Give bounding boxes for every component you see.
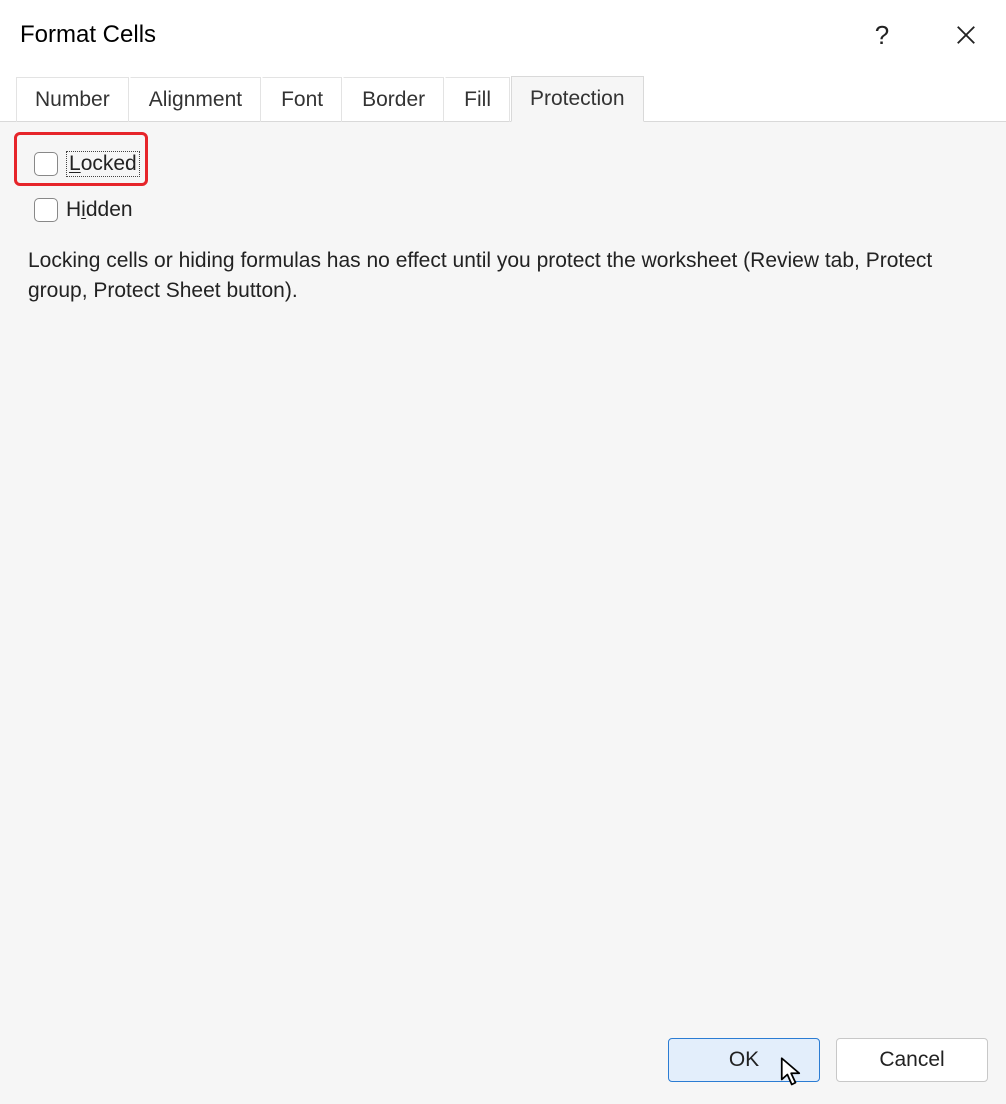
panel-spacer: [28, 307, 978, 1022]
hidden-checkbox[interactable]: [34, 198, 58, 222]
ok-label: OK: [729, 1048, 759, 1072]
tab-label: Number: [35, 88, 110, 111]
dialog-title: Format Cells: [20, 21, 858, 49]
protection-panel: Locked Hidden Locking cells or hiding fo…: [0, 122, 1006, 1038]
protection-description: Locking cells or hiding formulas has no …: [28, 246, 968, 307]
cancel-button[interactable]: Cancel: [836, 1038, 988, 1082]
tab-protection[interactable]: Protection: [511, 76, 644, 122]
titlebar: Format Cells ?: [0, 0, 1006, 70]
hidden-row[interactable]: Hidden: [34, 194, 978, 226]
dialog-buttons: OK Cancel: [0, 1038, 1006, 1104]
hidden-label: Hidden: [66, 198, 133, 222]
tab-font[interactable]: Font: [262, 77, 342, 122]
cancel-label: Cancel: [879, 1048, 944, 1072]
help-button[interactable]: ?: [858, 11, 906, 59]
close-button[interactable]: [942, 11, 990, 59]
locked-row[interactable]: Locked: [34, 148, 978, 180]
tab-border[interactable]: Border: [343, 77, 444, 122]
tab-label: Alignment: [149, 88, 242, 111]
format-cells-dialog: Format Cells ? Number Alignment Font Bor…: [0, 0, 1006, 1104]
tab-number[interactable]: Number: [16, 77, 129, 122]
tab-alignment[interactable]: Alignment: [130, 77, 261, 122]
tab-label: Fill: [464, 88, 491, 111]
tab-label: Protection: [530, 87, 625, 110]
tab-label: Border: [362, 88, 425, 111]
help-icon: ?: [875, 20, 889, 51]
close-icon: [955, 24, 977, 46]
tab-bar: Number Alignment Font Border Fill Protec…: [0, 70, 1006, 122]
ok-button[interactable]: OK: [668, 1038, 820, 1082]
tab-label: Font: [281, 88, 323, 111]
locked-label: Locked: [66, 151, 140, 177]
tab-fill[interactable]: Fill: [445, 77, 510, 122]
locked-checkbox[interactable]: [34, 152, 58, 176]
